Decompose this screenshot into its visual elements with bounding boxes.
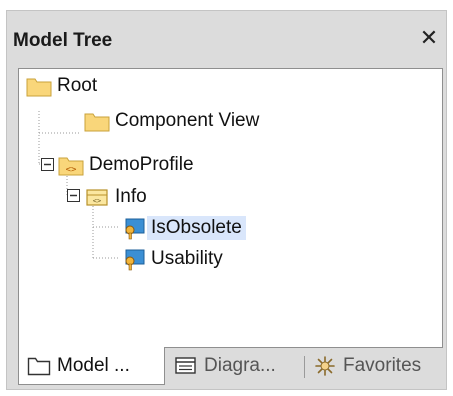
svg-text:<>: <>: [93, 197, 101, 205]
tab-label: Favorites: [343, 355, 422, 376]
tab-model-tree[interactable]: Model ...: [18, 347, 165, 385]
folder-outline-icon: [27, 357, 51, 375]
close-button[interactable]: ✕: [418, 25, 440, 51]
title-bar: Model Tree ✕: [7, 11, 446, 67]
model-tree-window: Model Tree ✕ Root Component View <> Demo…: [6, 10, 447, 390]
folder-icon: [26, 78, 52, 97]
tab-label: Model ...: [57, 354, 130, 376]
tag-key-icon: [125, 249, 145, 271]
panel-tab-bar: Model ... Diagra... Favorites: [18, 347, 443, 387]
tree-node-label: Info: [115, 186, 147, 207]
tree-node-info[interactable]: <> Info: [83, 183, 151, 211]
profile-folder-icon: <>: [58, 157, 84, 176]
tab-label: Diagra...: [204, 355, 276, 376]
tree-node-isobsolete[interactable]: IsObsolete: [119, 214, 246, 242]
folder-icon: [84, 113, 110, 132]
tree-node-root[interactable]: Root: [25, 72, 101, 100]
minus-box-icon: [41, 158, 54, 171]
tree-node-usability[interactable]: Usability: [119, 245, 227, 273]
tree-node-label: IsObsolete: [147, 216, 246, 240]
tree-node-label: Component View: [115, 110, 260, 131]
tree-node-demoprofile[interactable]: <> DemoProfile: [57, 151, 198, 179]
tab-diagram-tree[interactable]: Diagra...: [174, 347, 302, 385]
svg-text:<>: <>: [66, 165, 77, 175]
tree-node-label: Usability: [151, 248, 223, 269]
tab-favorites[interactable]: Favorites: [313, 347, 441, 385]
tree-view[interactable]: Root Component View <> DemoProfile <> In…: [18, 68, 443, 348]
tree-node-component-view[interactable]: Component View: [83, 107, 263, 135]
close-icon: ✕: [419, 25, 439, 50]
tree-node-label: DemoProfile: [89, 154, 194, 175]
collapse-toggle-info[interactable]: [67, 189, 80, 202]
minus-box-icon: [67, 189, 80, 202]
diagram-list-icon: [175, 357, 196, 374]
tab-divider: [304, 356, 305, 378]
panel-title: Model Tree: [13, 30, 113, 51]
tree-node-label: Root: [57, 75, 98, 96]
collapse-toggle-demoprofile[interactable]: [41, 158, 54, 171]
stereotype-icon: <>: [86, 189, 108, 206]
favorites-star-icon: [315, 356, 335, 376]
tag-key-icon: [125, 218, 145, 240]
